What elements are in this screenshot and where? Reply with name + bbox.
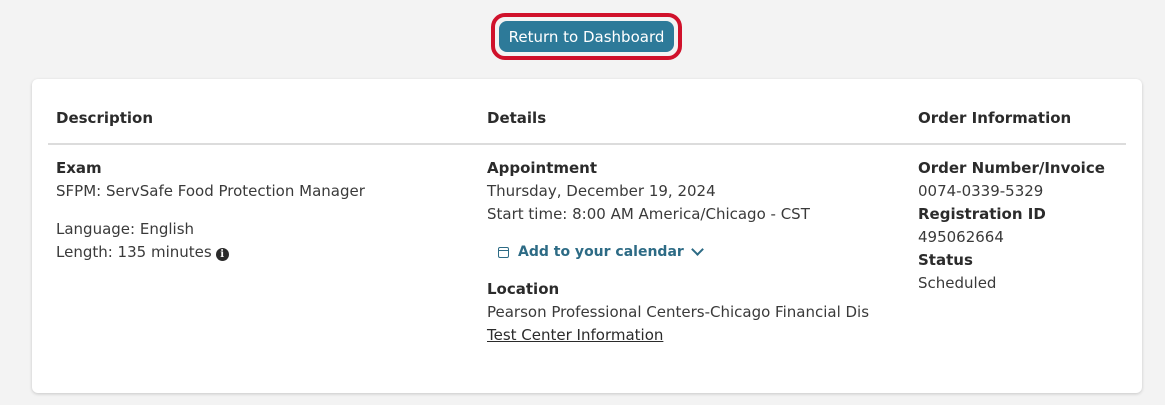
- status-label: Status: [918, 251, 973, 269]
- add-to-calendar-label: Add to your calendar: [518, 244, 684, 260]
- details-column: Appointment Thursday, December 19, 2024 …: [487, 157, 869, 347]
- registration-id: 495062664: [918, 228, 1004, 246]
- location-name: Pearson Professional Centers-Chicago Fin…: [487, 303, 870, 321]
- appointment-label: Appointment: [487, 159, 598, 177]
- order-column: Order Number/Invoice 0074-0339-5329 Regi…: [918, 157, 1105, 295]
- exam-length: Length: 135 minutes: [56, 243, 212, 261]
- appointment-card: Description Details Order Information Ex…: [32, 79, 1142, 393]
- exam-name: SFPM: ServSafe Food Protection Manager: [56, 182, 365, 200]
- header-order-information: Order Information: [918, 109, 1072, 127]
- description-column: Exam SFPM: ServSafe Food Protection Mana…: [56, 157, 365, 264]
- status-value: Scheduled: [918, 274, 997, 292]
- header-description: Description: [56, 109, 154, 127]
- registration-id-label: Registration ID: [918, 205, 1046, 223]
- order-number: 0074-0339-5329: [918, 182, 1044, 200]
- return-to-dashboard-button[interactable]: Return to Dashboard: [499, 21, 674, 52]
- appointment-start-time: Start time: 8:00 AM America/Chicago - CS…: [487, 205, 810, 223]
- table-header: Description Details Order Information: [48, 79, 1126, 145]
- calendar-icon: [498, 246, 509, 258]
- return-button-highlight: Return to Dashboard: [491, 13, 682, 60]
- chevron-down-icon: [690, 243, 704, 256]
- add-to-calendar-button[interactable]: Add to your calendar: [498, 240, 869, 264]
- top-bar: Return to Dashboard: [0, 0, 1165, 70]
- test-center-row: Test Center Information: [487, 324, 869, 347]
- exam-label: Exam: [56, 159, 102, 177]
- info-icon[interactable]: i: [215, 248, 229, 261]
- exam-language: Language: English: [56, 220, 195, 238]
- order-number-label: Order Number/Invoice: [918, 159, 1105, 177]
- appointment-date: Thursday, December 19, 2024: [487, 182, 716, 200]
- header-details: Details: [487, 109, 547, 127]
- test-center-information-link[interactable]: Test Center Information: [487, 326, 663, 344]
- exam-length-row: Length: 135 minutes i: [56, 241, 365, 264]
- location-label: Location: [487, 280, 560, 298]
